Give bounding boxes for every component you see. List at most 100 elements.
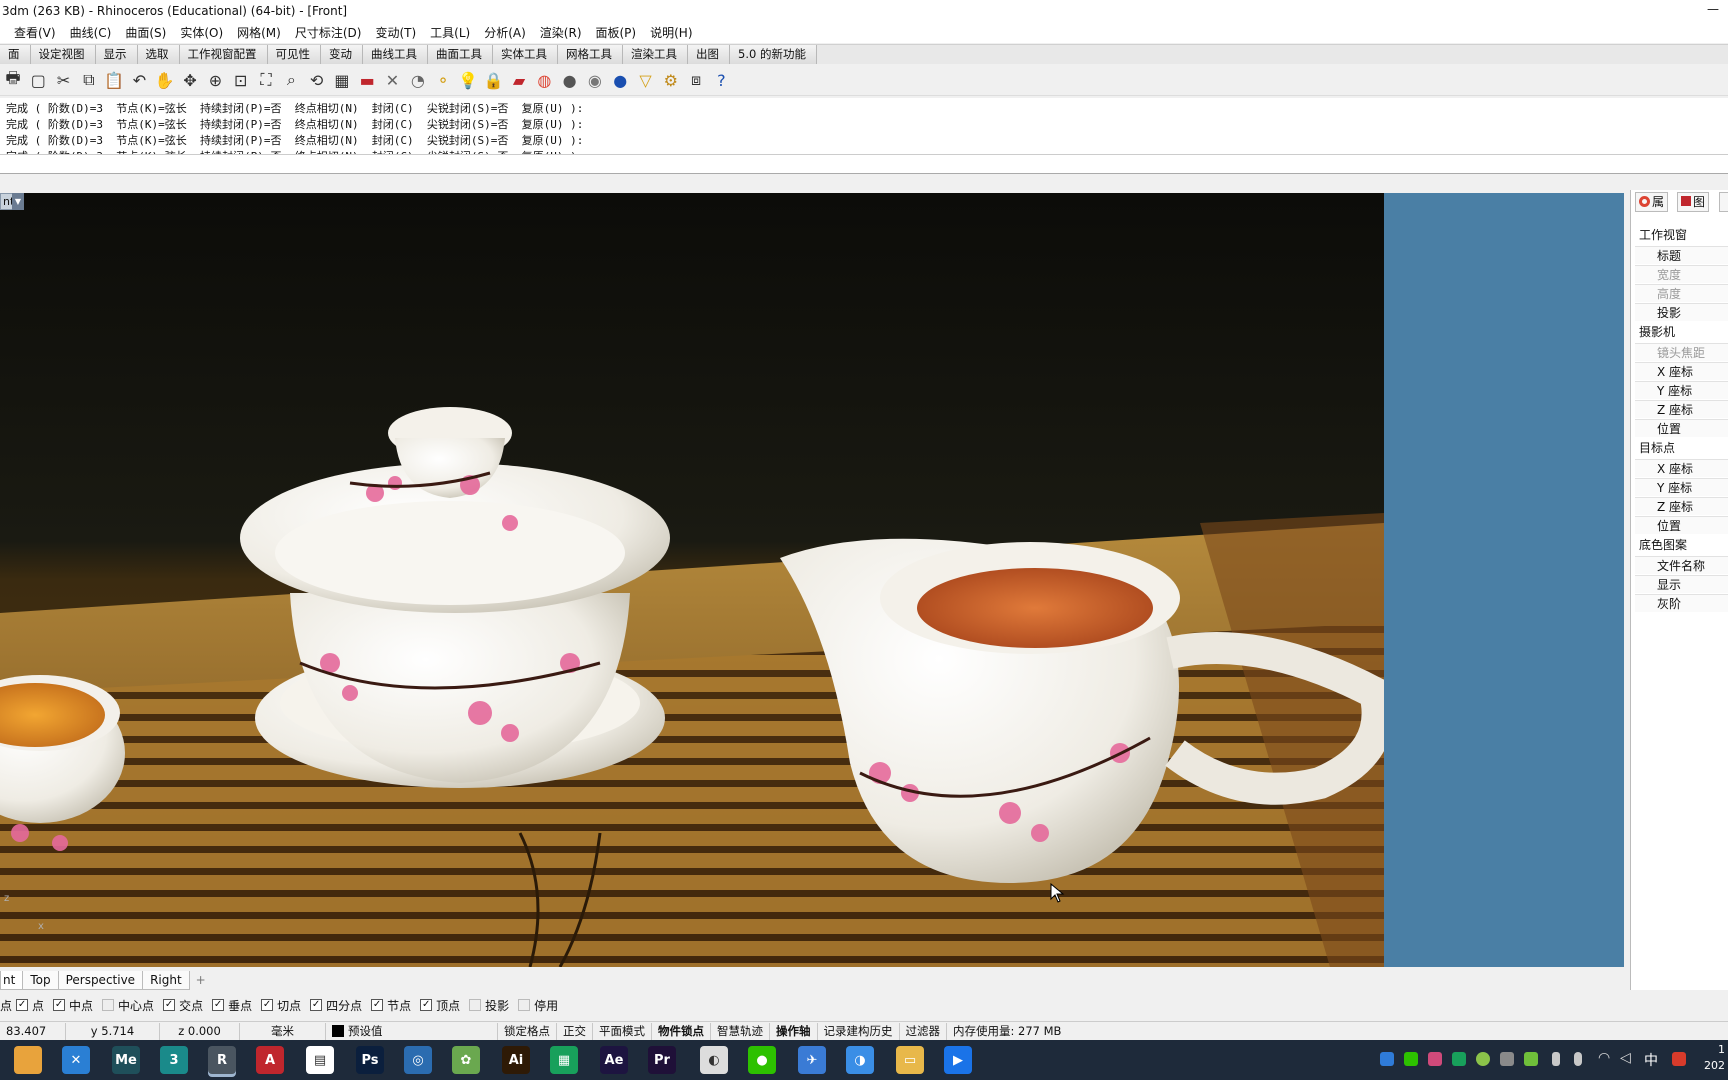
osnap-checkbox[interactable]: ✓	[163, 999, 176, 1011]
property-row[interactable]: 灰阶	[1635, 594, 1728, 612]
osnap-checkbox[interactable]: ✓	[261, 999, 274, 1011]
osnap-toggle[interactable]: 物件锁点	[652, 1022, 711, 1040]
sphere-grey-icon[interactable]: ●	[559, 69, 581, 91]
menu-item-3[interactable]: 实体(O)	[180, 24, 223, 41]
property-row[interactable]: 宽度	[1635, 265, 1728, 283]
car-icon[interactable]: ▬	[356, 69, 378, 91]
osnap-10[interactable]: 投影	[469, 997, 509, 1014]
grid-snap-toggle[interactable]: 锁定格点	[498, 1022, 557, 1040]
photoshop-icon[interactable]: Ps	[356, 1046, 384, 1074]
osnap-1[interactable]: ✓ 点	[16, 997, 44, 1014]
property-row[interactable]: 投影	[1635, 303, 1728, 321]
chrome-icon[interactable]	[14, 1046, 42, 1074]
panel-tab-properties[interactable]: 属	[1635, 192, 1669, 212]
move-icon[interactable]: ✥	[179, 69, 201, 91]
property-row[interactable]: 显示	[1635, 575, 1728, 593]
record-history-toggle[interactable]: 记录建构历史	[818, 1022, 900, 1040]
green-app-icon[interactable]: ▦	[550, 1046, 578, 1074]
osnap-7[interactable]: ✓ 四分点	[310, 997, 362, 1014]
panel-tab-more[interactable]	[1719, 192, 1728, 212]
property-row[interactable]: X 座标	[1635, 362, 1728, 380]
osnap-4[interactable]: ✓ 交点	[163, 997, 203, 1014]
osnap-3[interactable]: 中心点	[102, 997, 154, 1014]
color-wheel-icon[interactable]: ◍	[533, 69, 555, 91]
toolbar-tab-4[interactable]: 工作视窗配置	[179, 45, 268, 64]
osnap-checkbox[interactable]: ✓	[53, 999, 66, 1011]
viewport-front[interactable]: z x	[0, 193, 1624, 967]
panel-tab-layers[interactable]: 图	[1677, 192, 1710, 212]
toolbar-tab-9[interactable]: 实体工具	[493, 45, 558, 64]
after-effects-icon[interactable]: Ae	[600, 1046, 628, 1074]
render-sphere-icon[interactable]: ◉	[584, 69, 606, 91]
menu-item-8[interactable]: 分析(A)	[484, 24, 526, 41]
viewport-tab[interactable]: Perspective	[57, 970, 144, 990]
menu-item-7[interactable]: 工具(L)	[430, 24, 470, 41]
toolbar-tab-0[interactable]: 面	[0, 45, 31, 64]
toolbar-tab-12[interactable]: 出图	[688, 45, 730, 64]
osnap-8[interactable]: ✓ 节点	[371, 997, 411, 1014]
rotate-view-icon[interactable]: ⟲	[306, 69, 328, 91]
menu-item-10[interactable]: 面板(P)	[596, 24, 637, 41]
minimize-button[interactable]: —	[1698, 0, 1728, 22]
video-meeting-icon[interactable]: ▶	[944, 1046, 972, 1074]
osnap-9[interactable]: ✓ 顶点	[420, 997, 460, 1014]
lock-icon[interactable]: 🔒	[483, 69, 505, 91]
property-row[interactable]: 高度	[1635, 284, 1728, 302]
smarttrack-toggle[interactable]: 智慧轨迹	[711, 1022, 770, 1040]
copy-icon[interactable]: ⧉	[78, 69, 100, 91]
tray-app-icon[interactable]	[1380, 1052, 1394, 1066]
osnap-6[interactable]: ✓ 切点	[261, 997, 301, 1014]
menu-item-4[interactable]: 网格(M)	[237, 24, 281, 41]
toolbar-tab-2[interactable]: 显示	[95, 45, 138, 64]
osnap-checkbox[interactable]: ✓	[212, 999, 225, 1011]
autocad-icon[interactable]: A	[256, 1046, 284, 1074]
zoom-window-icon[interactable]: ⊡	[230, 69, 252, 91]
options-icon[interactable]: ⧈	[685, 69, 707, 91]
filter-icon[interactable]: ▽	[635, 69, 657, 91]
clock[interactable]: 1 202	[1704, 1042, 1725, 1074]
menu-item-6[interactable]: 变动(T)	[375, 24, 416, 41]
usb-icon[interactable]	[1552, 1052, 1560, 1066]
menu-item-9[interactable]: 渲染(R)	[540, 24, 582, 41]
help-icon[interactable]: ?	[710, 69, 732, 91]
menu-item-0[interactable]: 查看(V)	[14, 24, 56, 41]
browser-icon[interactable]: ◑	[846, 1046, 874, 1074]
tray-app5-icon[interactable]	[1500, 1052, 1514, 1066]
qq-icon[interactable]: ◐	[700, 1046, 728, 1074]
menu-item-2[interactable]: 曲面(S)	[125, 24, 166, 41]
menu-item-1[interactable]: 曲线(C)	[70, 24, 112, 41]
property-row[interactable]: Z 座标	[1635, 497, 1728, 515]
property-row[interactable]: Y 座标	[1635, 381, 1728, 399]
3dsmax-icon[interactable]: 3	[160, 1046, 188, 1074]
toolbar-tab-11[interactable]: 渲染工具	[623, 45, 688, 64]
toolbar-tab-3[interactable]: 选取	[137, 45, 180, 64]
toolbar-tab-5[interactable]: 可见性	[267, 45, 321, 64]
ortho-toggle[interactable]: 正交	[557, 1022, 593, 1040]
tray-wechat-icon[interactable]	[1404, 1052, 1418, 1066]
property-row[interactable]: 位置	[1635, 419, 1728, 437]
tray-app3-icon[interactable]	[1452, 1052, 1466, 1066]
osnap-checkbox[interactable]: ✓	[420, 999, 433, 1011]
filter-toggle[interactable]: 过滤器	[900, 1022, 947, 1040]
osnap-checkbox[interactable]: ✓	[16, 999, 29, 1011]
viewport-tab[interactable]: nt	[0, 970, 24, 990]
wechat-icon[interactable]: ●	[748, 1046, 776, 1074]
rhino-icon[interactable]: R	[208, 1046, 236, 1074]
osnap-checkbox[interactable]: ✓	[371, 999, 384, 1011]
windmill-app-icon[interactable]: ✕	[62, 1046, 90, 1074]
blue-sphere-icon[interactable]: ●	[609, 69, 631, 91]
folder-icon[interactable]: ▭	[896, 1046, 924, 1074]
add-viewport-tab-button[interactable]: +	[189, 971, 213, 989]
volume-icon[interactable]: ◁	[1620, 1050, 1631, 1066]
osnap-2[interactable]: ✓ 中点	[53, 997, 93, 1014]
media-encoder-icon[interactable]: Me	[112, 1046, 140, 1074]
property-row[interactable]: Z 座标	[1635, 400, 1728, 418]
gumball-toggle[interactable]: 操作轴	[770, 1022, 818, 1040]
gear-icon[interactable]: ⚙	[660, 69, 682, 91]
snap-icon[interactable]: ✕	[382, 69, 404, 91]
menu-item-11[interactable]: 说明(H)	[650, 24, 692, 41]
point-icon[interactable]: ⚬	[432, 69, 454, 91]
viewport-tab[interactable]: Right	[142, 970, 190, 990]
osnap-checkbox[interactable]	[469, 999, 482, 1011]
file-icon[interactable]: ▤	[306, 1046, 334, 1074]
